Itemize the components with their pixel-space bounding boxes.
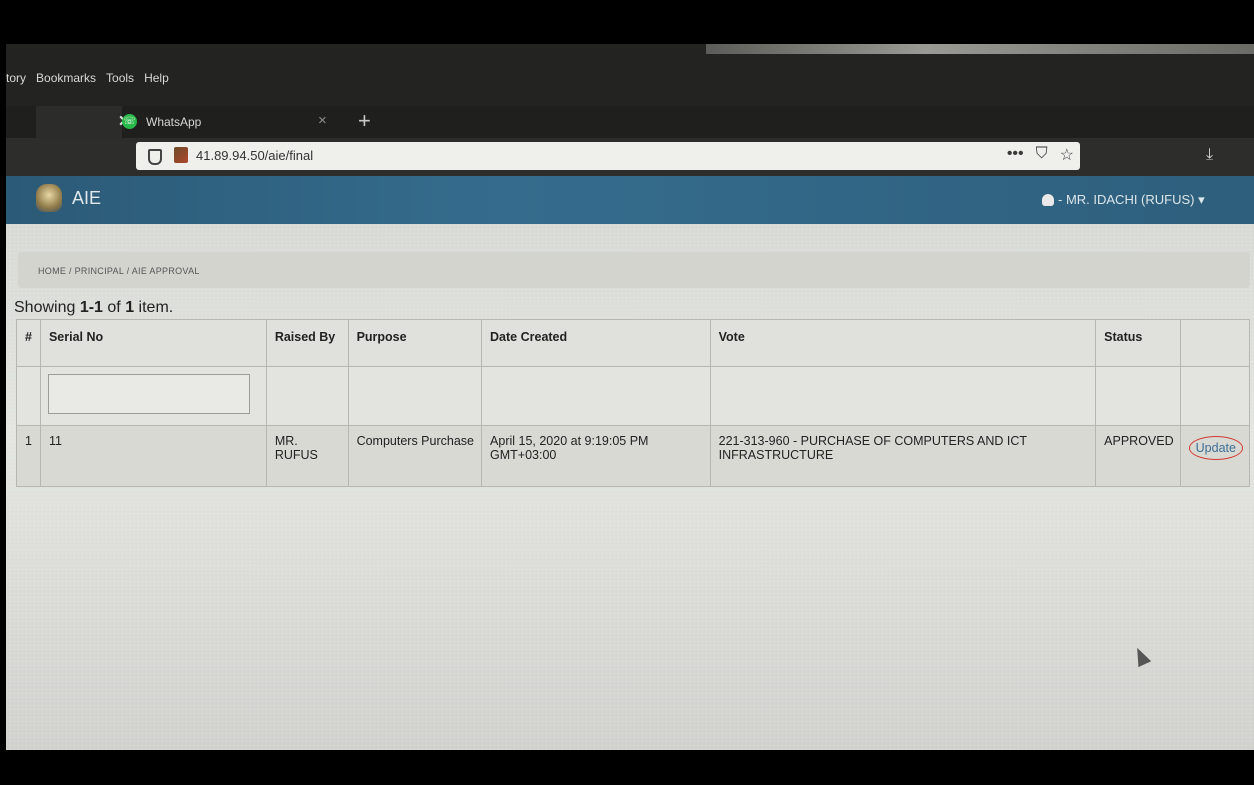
filter-cell	[1179, 366, 1251, 426]
app-header: AIE - MR. IDACHI (RUFUS) ▾	[6, 176, 1254, 224]
breadcrumb-text[interactable]: HOME / PRINCIPAL / AIE APPROVAL	[38, 266, 200, 276]
menu-list: tory Bookmarks Tools Help	[6, 71, 169, 85]
insecure-lock-icon[interactable]	[174, 147, 188, 163]
tab-whatsapp[interactable]: ☏ WhatsApp ×	[122, 106, 342, 138]
row-actions: Update	[1179, 425, 1251, 487]
filter-cell	[16, 366, 41, 426]
menu-tools[interactable]: Tools	[106, 71, 134, 85]
tab-bar: ✕ ☏ WhatsApp × +	[6, 106, 1254, 138]
filter-row	[16, 366, 1251, 426]
main-content: HOME / PRINCIPAL / AIE APPROVAL Showing …	[6, 224, 1254, 750]
page-actions-icon[interactable]: •••	[1007, 145, 1024, 165]
col-status[interactable]: Status	[1095, 319, 1181, 367]
coat-of-arms-logo[interactable]	[36, 184, 62, 212]
shield-icon[interactable]	[148, 149, 162, 165]
download-icon[interactable]: ⤓	[1206, 146, 1213, 164]
navigation-toolbar: 41.89.94.50/aie/final ••• ⛉ ☆ ⤓	[6, 138, 1254, 176]
filter-cell	[265, 366, 349, 426]
col-raised-by[interactable]: Raised By	[265, 319, 349, 367]
browser-window: tory Bookmarks Tools Help ✕ ☏ WhatsApp ×…	[6, 44, 1254, 750]
url-bar[interactable]: 41.89.94.50/aie/final ••• ⛉ ☆	[136, 142, 1080, 170]
col-vote[interactable]: Vote	[709, 319, 1097, 367]
mouse-cursor-icon	[1130, 644, 1152, 668]
summary-suffix: item.	[134, 299, 174, 316]
row-date-created: April 15, 2020 at 9:19:05 PM GMT+03:00	[481, 425, 711, 487]
user-menu[interactable]: - MR. IDACHI (RUFUS) ▾	[1042, 192, 1205, 208]
col-index[interactable]: #	[16, 319, 41, 367]
filter-cell	[39, 366, 267, 426]
row-purpose: Computers Purchase	[347, 425, 483, 487]
app-title[interactable]: AIE	[72, 188, 101, 209]
row-serial: 11	[39, 425, 267, 487]
pocket-icon[interactable]: ⛉	[1036, 145, 1048, 165]
user-icon	[1042, 194, 1054, 206]
menu-help[interactable]: Help	[144, 71, 169, 85]
col-date-created[interactable]: Date Created	[481, 319, 711, 367]
filter-cell	[1095, 366, 1181, 426]
table-header-row: # Serial No Raised By Purpose Date Creat…	[16, 319, 1251, 367]
tab-active[interactable]: ✕	[36, 106, 131, 138]
url-actions: ••• ⛉ ☆	[1007, 145, 1074, 165]
bookmark-star-icon[interactable]: ☆	[1060, 145, 1074, 165]
tab-label: WhatsApp	[146, 115, 202, 129]
filter-cell	[347, 366, 483, 426]
menu-bar: tory Bookmarks Tools Help	[6, 44, 1254, 106]
results-summary: Showing 1-1 of 1 item.	[14, 299, 173, 317]
close-icon[interactable]: ×	[318, 112, 327, 129]
menu-history[interactable]: tory	[6, 71, 26, 85]
row-vote: 221-313-960 - PURCHASE OF COMPUTERS AND …	[709, 425, 1097, 487]
summary-range: 1-1	[79, 299, 103, 316]
summary-middle: of	[102, 299, 126, 316]
new-tab-button[interactable]: +	[358, 108, 371, 134]
col-actions	[1179, 319, 1251, 367]
table-row: 1 11 MR. RUFUS Computers Purchase April …	[16, 425, 1251, 487]
menu-bookmarks[interactable]: Bookmarks	[36, 71, 96, 85]
summary-total: 1	[125, 299, 135, 316]
row-index: 1	[16, 425, 41, 487]
row-raised-by: MR. RUFUS	[265, 425, 349, 487]
update-link[interactable]: Update	[1188, 436, 1243, 460]
summary-prefix: Showing	[14, 299, 80, 316]
breadcrumb: HOME / PRINCIPAL / AIE APPROVAL	[18, 252, 1250, 288]
user-name: - MR. IDACHI (RUFUS) ▾	[1058, 192, 1205, 207]
screen-glare	[706, 44, 1254, 54]
whatsapp-icon: ☏	[122, 114, 137, 129]
filter-cell	[481, 366, 711, 426]
row-status: APPROVED	[1095, 425, 1181, 487]
url-text[interactable]: 41.89.94.50/aie/final	[196, 148, 313, 163]
serial-no-filter-input[interactable]	[47, 374, 250, 414]
col-purpose[interactable]: Purpose	[347, 319, 483, 367]
col-serial-no[interactable]: Serial No	[39, 319, 267, 367]
filter-cell	[709, 366, 1097, 426]
aie-table: # Serial No Raised By Purpose Date Creat…	[16, 319, 1251, 487]
